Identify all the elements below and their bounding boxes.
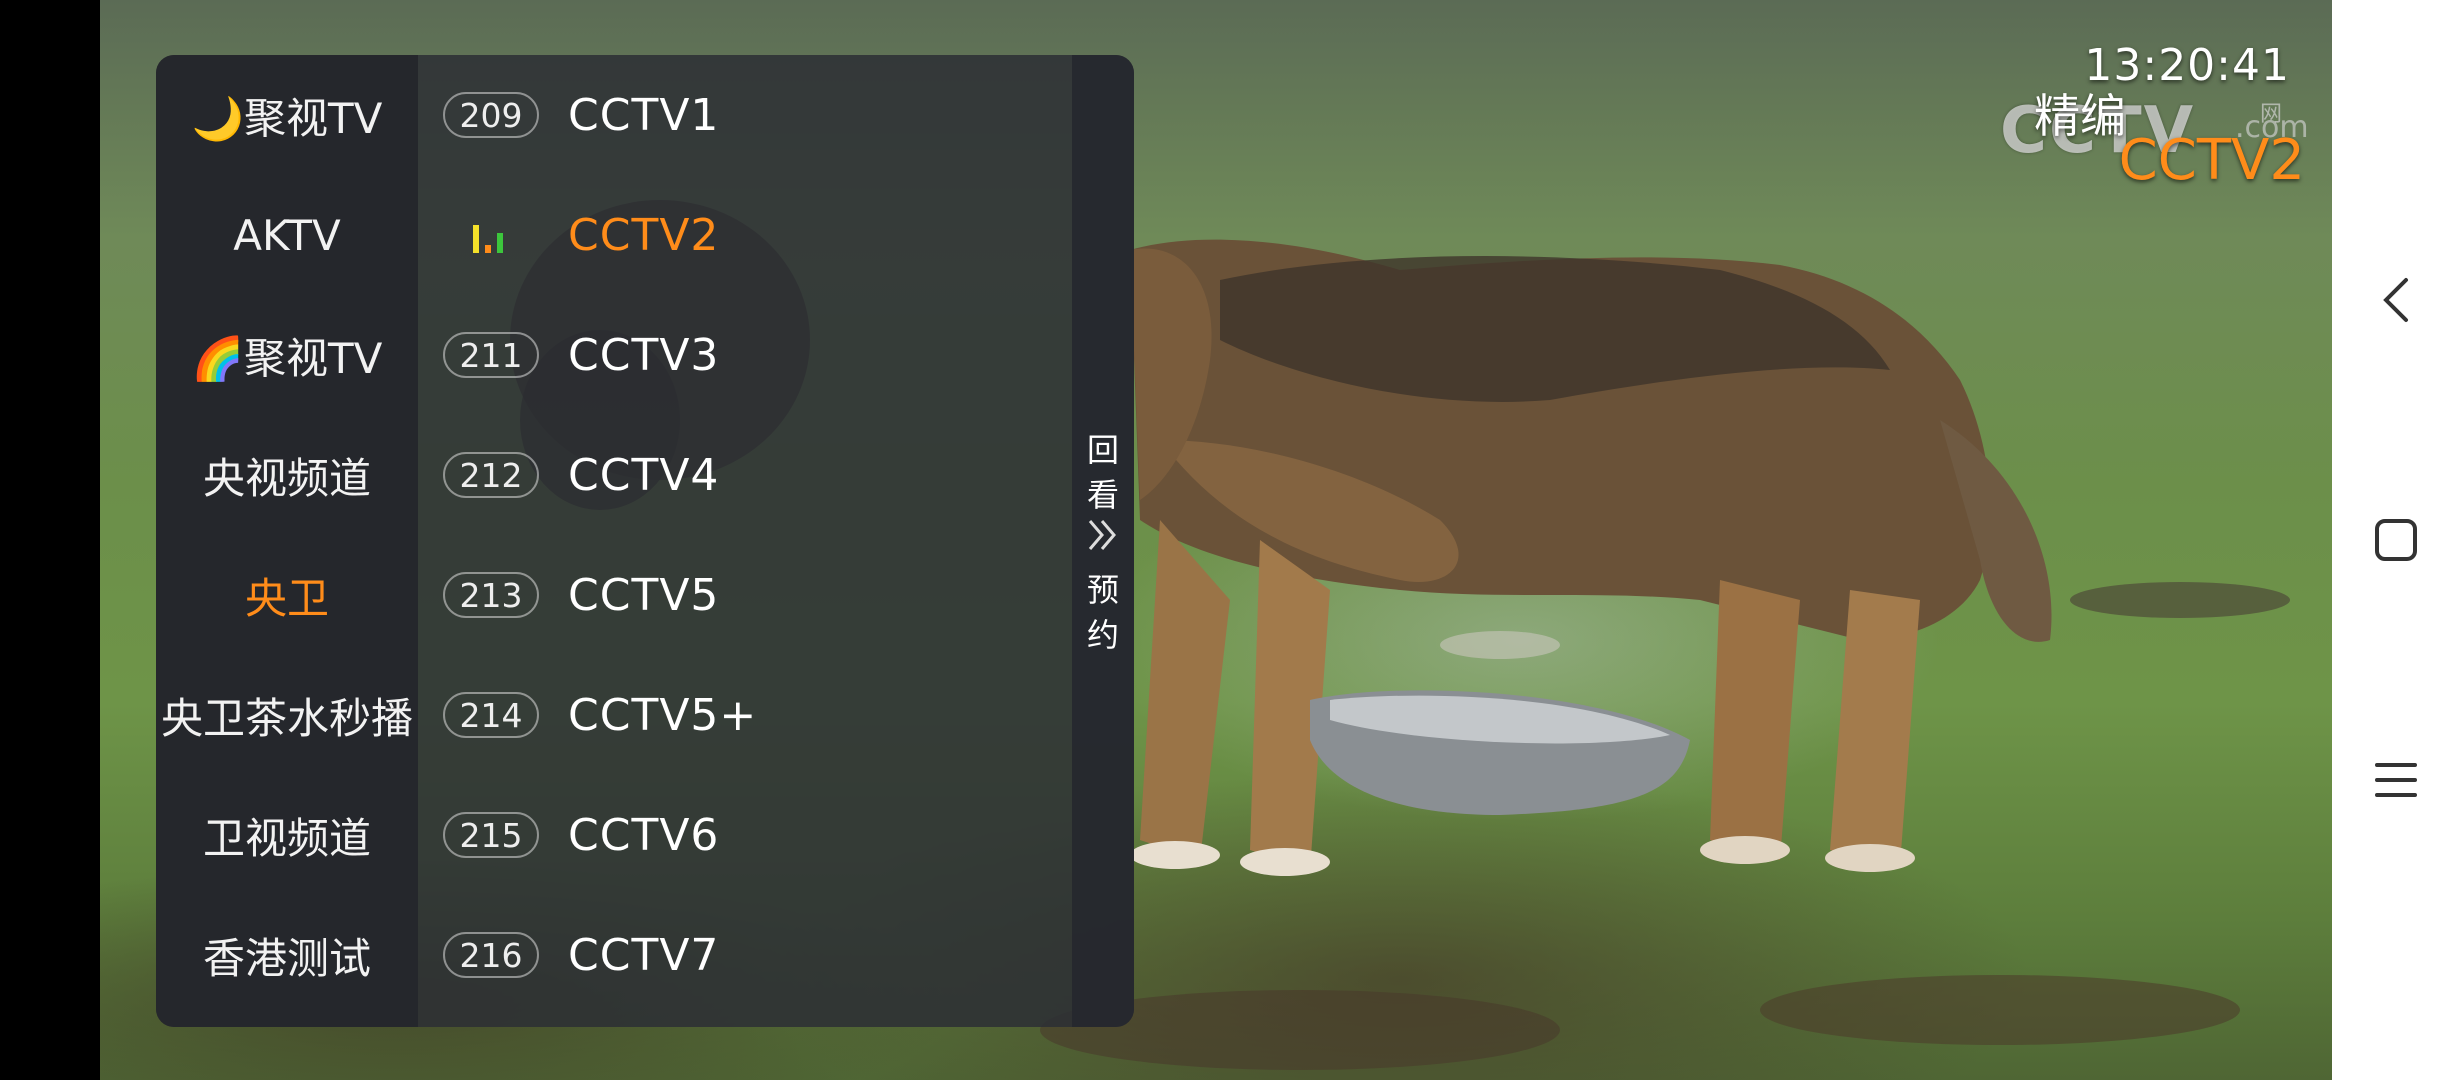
- channel-item[interactable]: 212 CCTV4: [418, 415, 1134, 535]
- channel-list: 209 CCTV1 CCTV2 211 CCTV3 212 CCTV4 213 …: [418, 55, 1134, 1027]
- group-label: 香港测试: [202, 933, 371, 983]
- group-item[interactable]: 香港测试: [156, 895, 418, 1015]
- channel-item[interactable]: 209 CCTV1: [418, 55, 1134, 175]
- replay-tab-char: 回: [1086, 431, 1119, 469]
- group-item[interactable]: 卫视频道: [156, 775, 418, 895]
- group-item-selected[interactable]: 央卫: [156, 535, 418, 655]
- equalizer-icon: [473, 217, 513, 253]
- menu-lines-icon[interactable]: [2361, 745, 2431, 815]
- channel-number-badge: 214: [443, 692, 539, 738]
- system-navigation-bar: [2332, 0, 2460, 1080]
- channel-item[interactable]: 213 CCTV5: [418, 535, 1134, 655]
- replay-schedule-tab[interactable]: 回 看 预 约: [1072, 55, 1134, 1027]
- channel-name: CCTV1: [568, 89, 720, 141]
- double-chevron-right-icon: [1072, 517, 1134, 557]
- channel-list-panel: 🌙聚视TV AKTV 🌈聚视TV 央视频道 央卫 央卫茶水秒播 卫视频道 香港测…: [156, 55, 1134, 1027]
- channel-item[interactable]: 211 CCTV3: [418, 295, 1134, 415]
- group-label: 🌈聚视TV: [191, 333, 383, 383]
- channel-item-playing[interactable]: CCTV2: [418, 175, 1134, 295]
- channel-number-badge: 216: [443, 932, 539, 978]
- replay-tab-char: 看: [1086, 476, 1119, 514]
- group-item[interactable]: AKTV: [156, 175, 418, 295]
- group-item[interactable]: 央视频道: [156, 415, 418, 535]
- group-label: 央卫: [244, 573, 329, 623]
- channel-number-badge: 212: [443, 452, 539, 498]
- channel-name: CCTV3: [568, 329, 720, 381]
- group-item[interactable]: 央卫茶水秒播: [156, 655, 418, 775]
- program-label: 精编: [2034, 89, 2126, 143]
- station-logo-net: 网: [2260, 102, 2283, 127]
- back-chevron-icon[interactable]: [2361, 265, 2431, 335]
- channel-number-badge: 211: [443, 332, 539, 378]
- channel-name: CCTV6: [568, 809, 720, 861]
- group-item[interactable]: 🌈聚视TV: [156, 295, 418, 415]
- channel-group-list: 🌙聚视TV AKTV 🌈聚视TV 央视频道 央卫 央卫茶水秒播 卫视频道 香港测…: [156, 55, 418, 1027]
- channel-name: CCTV4: [568, 449, 720, 501]
- channel-number-badge: 213: [443, 572, 539, 618]
- group-label: 央卫茶水秒播: [160, 693, 413, 743]
- channel-name: CCTV7: [568, 929, 720, 981]
- channel-name: CCTV5: [568, 569, 720, 621]
- group-label: 央视频道: [202, 453, 371, 503]
- channel-name: CCTV2: [568, 209, 720, 261]
- schedule-tab-char: 预: [1086, 571, 1119, 609]
- group-label: 卫视频道: [202, 813, 371, 863]
- channel-item[interactable]: 214 CCTV5+: [418, 655, 1134, 775]
- group-item[interactable]: 🌙聚视TV: [156, 55, 418, 175]
- group-label: AKTV: [233, 210, 341, 260]
- group-label: 🌙聚视TV: [191, 93, 383, 143]
- channel-name: CCTV5+: [568, 689, 758, 741]
- current-channel-name: CCTV2: [2118, 128, 2305, 193]
- channel-item[interactable]: 216 CCTV7: [418, 895, 1134, 1015]
- channel-number-badge: 215: [443, 812, 539, 858]
- channel-number-badge: 209: [443, 92, 539, 138]
- home-square-icon[interactable]: [2361, 505, 2431, 575]
- channel-item[interactable]: 215 CCTV6: [418, 775, 1134, 895]
- schedule-tab-char: 约: [1086, 616, 1119, 654]
